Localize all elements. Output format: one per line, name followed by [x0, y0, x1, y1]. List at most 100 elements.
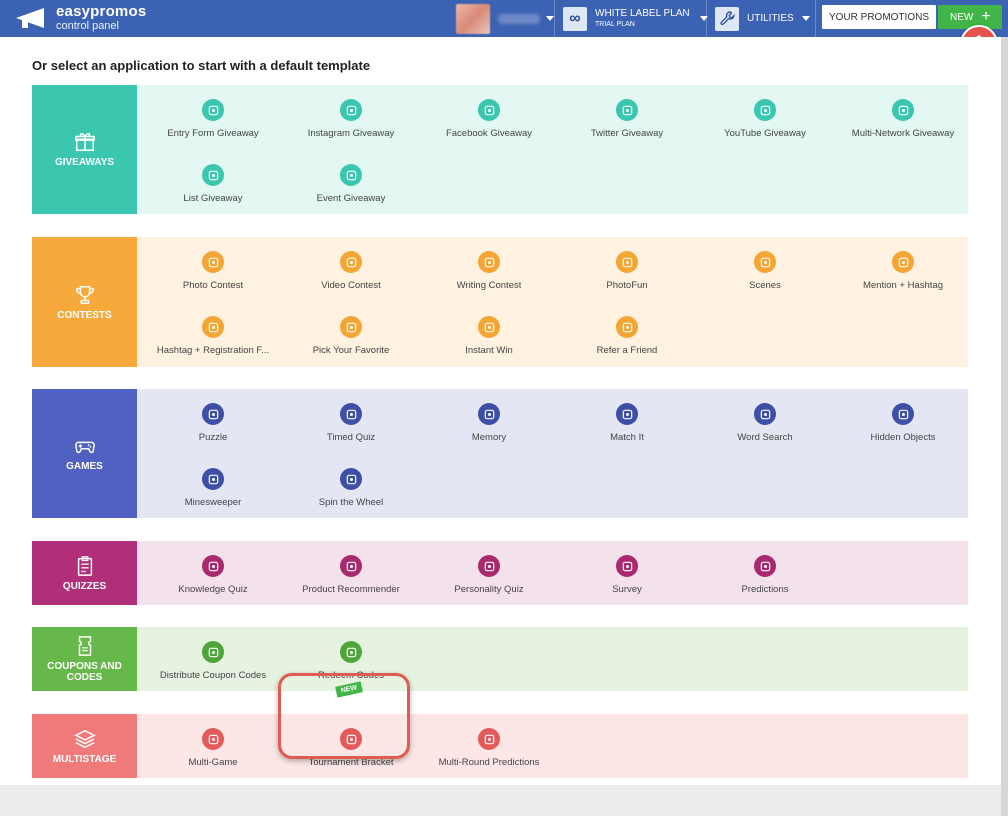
category-title: GIVEAWAYS	[54, 157, 115, 168]
plan-text: WHITE LABEL PLAN TRIAL PLAN	[595, 9, 690, 29]
app-icon	[478, 99, 500, 121]
your-promotions-button[interactable]: YOUR PROMOTIONS	[822, 5, 936, 29]
app-label: Scenes	[749, 280, 781, 291]
app-multi-game[interactable]: Multi-Game	[144, 726, 282, 776]
app-label: List Giveaway	[183, 193, 243, 204]
gamepad-icon	[74, 441, 95, 454]
app-refer-a-friend[interactable]: Refer a Friend	[558, 314, 696, 364]
new-promotion-button[interactable]: NEW +	[938, 5, 1002, 29]
avatar	[456, 3, 490, 34]
plan-subtitle: TRIAL PLAN	[595, 21, 635, 28]
category-apps-games: Puzzle Timed Quiz Memory Match It Word Searc…	[137, 389, 968, 518]
category-multistage: MULTISTAGE Multi-Game Tournament Bracket Mu…	[32, 714, 968, 778]
app-youtube-giveaway[interactable]: YouTube Giveaway	[696, 97, 834, 147]
app-label: Photo Contest	[182, 280, 244, 291]
user-menu[interactable]	[456, 0, 554, 37]
app-icon	[340, 99, 362, 121]
app-label: Event Giveaway	[316, 193, 386, 204]
brand[interactable]: easypromos control panel	[14, 3, 146, 33]
app-list-giveaway[interactable]: List Giveaway	[144, 162, 282, 212]
category-apps-coupons-and-codes: Distribute Coupon Codes Redeem Codes	[137, 627, 968, 691]
category-games: GAMES Puzzle Timed Quiz Memory Match It Word …	[32, 389, 968, 518]
app-writing-contest[interactable]: Writing Contest	[420, 249, 558, 299]
brand-name: easypromos	[56, 3, 147, 20]
app-word-search[interactable]: Word Search	[696, 401, 834, 451]
app-label: Video Contest	[321, 280, 381, 291]
app-label: Multi-Round Predictions	[438, 757, 540, 768]
app-label: Knowledge Quiz	[178, 584, 248, 595]
category-quizzes: QUIZZES Knowledge Quiz Product Recommender…	[32, 541, 968, 605]
app-label: Personality Quiz	[454, 584, 524, 595]
category-title: QUIZZES	[62, 580, 107, 592]
category-label-games: GAMES	[32, 389, 137, 518]
clipboard-list-icon	[77, 555, 92, 576]
brand-subtitle: control panel	[56, 20, 119, 32]
app-photofun[interactable]: PhotoFun	[558, 249, 696, 299]
app-icon	[340, 316, 362, 338]
app-puzzle[interactable]: Puzzle	[144, 401, 282, 451]
app-label: Survey	[612, 584, 642, 595]
app-facebook-giveaway[interactable]: Facebook Giveaway	[420, 97, 558, 147]
app-match-it[interactable]: Match It	[558, 401, 696, 451]
top-bar: easypromos control panel ∞ WHITE LABEL P…	[0, 0, 1008, 37]
app-icon	[340, 403, 362, 425]
chevron-down-icon	[546, 16, 554, 21]
app-label: Timed Quiz	[326, 432, 376, 443]
app-icon	[340, 641, 362, 663]
app-icon	[340, 468, 362, 490]
app-entry-form-giveaway[interactable]: Entry Form Giveaway	[144, 97, 282, 147]
app-spin-the-wheel[interactable]: Spin the Wheel	[282, 466, 420, 516]
app-label: Twitter Giveaway	[590, 128, 664, 139]
category-label-giveaways: GIVEAWAYS	[32, 85, 137, 214]
app-product-recommender[interactable]: Product Recommender	[282, 553, 420, 603]
app-label: Minesweeper	[184, 497, 242, 508]
category-coupons-and-codes: COUPONS AND CODES Distribute Coupon Codes…	[32, 627, 968, 691]
scrollbar-track[interactable]	[1001, 37, 1008, 816]
app-memory[interactable]: Memory	[420, 401, 558, 451]
trophy-icon	[75, 285, 94, 304]
utilities-menu[interactable]: UTILITIES	[715, 3, 810, 34]
app-twitter-giveaway[interactable]: Twitter Giveaway	[558, 97, 696, 147]
app-icon	[340, 164, 362, 186]
divider	[554, 0, 555, 37]
app-label: Mention + Hashtag	[862, 280, 943, 291]
app-minesweeper[interactable]: Minesweeper	[144, 466, 282, 516]
app-hidden-objects[interactable]: Hidden Objects	[834, 401, 972, 451]
divider	[815, 0, 816, 37]
infinity-icon: ∞	[563, 6, 587, 31]
app-label: Hidden Objects	[870, 432, 936, 443]
app-distribute-coupon-codes[interactable]: Distribute Coupon Codes	[144, 639, 282, 689]
app-knowledge-quiz[interactable]: Knowledge Quiz	[144, 553, 282, 603]
app-label: Spin the Wheel	[318, 497, 384, 508]
app-instagram-giveaway[interactable]: Instagram Giveaway	[282, 97, 420, 147]
app-photo-contest[interactable]: Photo Contest	[144, 249, 282, 299]
category-title: CONTESTS	[57, 309, 112, 321]
app-predictions[interactable]: Predictions	[696, 553, 834, 603]
app-icon	[202, 555, 224, 577]
app-event-giveaway[interactable]: Event Giveaway	[282, 162, 420, 212]
app-icon	[892, 99, 914, 121]
app-icon	[202, 468, 224, 490]
app-label: Hashtag + Registration F...	[156, 345, 270, 356]
app-multi-round-predictions[interactable]: Multi-Round Predictions	[420, 726, 558, 776]
app-instant-win[interactable]: Instant Win	[420, 314, 558, 364]
app-pick-your-favorite[interactable]: Pick Your Favorite	[282, 314, 420, 364]
app-icon	[478, 728, 500, 750]
app-mention-hashtag[interactable]: Mention + Hashtag	[834, 249, 972, 299]
app-video-contest[interactable]: Video Contest	[282, 249, 420, 299]
main-panel: Or select an application to start with a…	[0, 37, 1001, 785]
app-personality-quiz[interactable]: Personality Quiz	[420, 553, 558, 603]
app-timed-quiz[interactable]: Timed Quiz	[282, 401, 420, 451]
chevron-down-icon	[801, 16, 810, 21]
category-apps-multistage: Multi-Game Tournament Bracket Multi-Round …	[137, 714, 968, 778]
app-multi-network-giveaway[interactable]: Multi-Network Giveaway	[834, 97, 972, 147]
app-label: Word Search	[737, 432, 793, 443]
app-hashtag-registration-f[interactable]: Hashtag + Registration F...	[144, 314, 282, 364]
app-scenes[interactable]: Scenes	[696, 249, 834, 299]
app-survey[interactable]: Survey	[558, 553, 696, 603]
user-name-redacted	[498, 13, 540, 24]
plan-menu[interactable]: ∞ WHITE LABEL PLAN TRIAL PLAN	[563, 3, 708, 34]
app-icon	[892, 251, 914, 273]
app-label: Product Recommender	[302, 584, 400, 595]
app-label: Pick Your Favorite	[312, 345, 390, 356]
